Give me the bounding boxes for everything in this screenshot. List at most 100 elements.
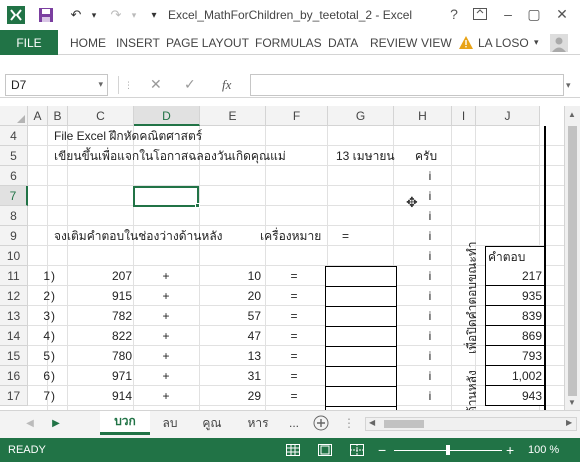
fill-handle[interactable] bbox=[195, 203, 200, 208]
next-sheet-icon[interactable]: ▶ bbox=[46, 411, 66, 435]
vertical-scroll-thumb[interactable] bbox=[568, 126, 577, 396]
ribbon-display-options-icon[interactable] bbox=[466, 2, 494, 26]
column-header-c[interactable]: C bbox=[68, 106, 134, 126]
tab-home[interactable]: HOME bbox=[70, 30, 106, 55]
equals-sign: = bbox=[290, 309, 298, 323]
column-header-a[interactable]: A bbox=[28, 106, 48, 126]
tab-review[interactable]: REVIEW bbox=[370, 30, 417, 55]
problem-number: 1 bbox=[43, 269, 50, 283]
file-tab[interactable]: FILE bbox=[0, 30, 58, 55]
tab-page-layout[interactable]: PAGE LAYOUT bbox=[166, 30, 249, 55]
cancel-icon[interactable]: ✕ bbox=[150, 76, 162, 93]
zoom-in-button[interactable]: + bbox=[506, 438, 514, 462]
scroll-up-icon[interactable]: ▲ bbox=[568, 110, 576, 119]
scroll-left-icon[interactable]: ◀ bbox=[369, 418, 375, 427]
more-sheets-button[interactable]: ... bbox=[282, 411, 306, 435]
column-header-g[interactable]: G bbox=[328, 106, 394, 126]
column-header-j[interactable]: J bbox=[476, 106, 540, 126]
answer-input-box[interactable] bbox=[325, 266, 397, 287]
expand-formula-bar-icon[interactable]: ▾ bbox=[566, 80, 571, 91]
column-header-e[interactable]: E bbox=[200, 106, 266, 126]
column-header-d[interactable]: D bbox=[134, 106, 200, 126]
user-avatar[interactable] bbox=[550, 30, 568, 55]
row-header-12[interactable]: 12 bbox=[0, 286, 28, 306]
help-button[interactable]: ? bbox=[440, 2, 468, 26]
zoom-out-button[interactable]: − bbox=[378, 438, 386, 462]
vertical-note-2: ด้านหลัง bbox=[465, 370, 479, 410]
prev-sheet-icon[interactable]: ◀ bbox=[20, 411, 40, 435]
close-button[interactable]: ✕ bbox=[548, 2, 576, 26]
restore-button[interactable]: ▢ bbox=[520, 2, 548, 26]
user-name[interactable]: LA LOSO bbox=[478, 30, 529, 55]
row-header-14[interactable]: 14 bbox=[0, 326, 28, 346]
operand-a: 822 bbox=[111, 329, 132, 343]
enter-icon[interactable]: ✓ bbox=[184, 76, 196, 93]
active-cell-selection[interactable] bbox=[133, 186, 199, 207]
equals-sign: = bbox=[290, 389, 298, 403]
row-header-5[interactable]: 5 bbox=[0, 146, 28, 166]
zoom-level[interactable]: 100 % bbox=[528, 438, 559, 462]
vertical-scrollbar[interactable]: ▲ ▼ bbox=[564, 106, 580, 410]
row-header-11[interactable]: 11 bbox=[0, 266, 28, 286]
horizontal-scroll-thumb[interactable] bbox=[384, 420, 424, 428]
operator: + bbox=[162, 289, 170, 303]
row-header-9[interactable]: 9 bbox=[0, 226, 28, 246]
title-bar: ↶ ▾ ↷ ▾ ▾ Excel_MathForChildren_by_teeto… bbox=[0, 0, 580, 30]
tab-data[interactable]: DATA bbox=[328, 30, 358, 55]
scroll-right-icon[interactable]: ▶ bbox=[566, 418, 572, 427]
sheet-tab-add[interactable]: บวก bbox=[100, 411, 150, 435]
sheet-krub: ครับ bbox=[415, 149, 438, 163]
sheet-tab-multiply[interactable]: คูณ bbox=[190, 411, 234, 435]
row-header-15[interactable]: 15 bbox=[0, 346, 28, 366]
row-header-6[interactable]: 6 bbox=[0, 166, 28, 186]
insert-function-icon[interactable]: fx bbox=[222, 77, 231, 93]
sheet-tab-subtract[interactable]: ลบ bbox=[152, 411, 188, 435]
horizontal-scrollbar[interactable]: ◀ ▶ bbox=[365, 417, 577, 431]
problem-paren: ) bbox=[51, 389, 55, 403]
row-header-10[interactable]: 10 bbox=[0, 246, 28, 266]
page-layout-view-icon[interactable] bbox=[318, 438, 332, 462]
column-header-f[interactable]: F bbox=[266, 106, 328, 126]
row-header-7[interactable]: 7 bbox=[0, 186, 28, 206]
operand-a: 780 bbox=[111, 349, 132, 363]
answer-input-box[interactable] bbox=[325, 366, 397, 387]
answer-input-box[interactable] bbox=[325, 326, 397, 347]
select-all-corner[interactable] bbox=[0, 106, 28, 126]
formula-bar-grip-icon[interactable]: ⋮ bbox=[124, 80, 133, 91]
column-header-b[interactable]: B bbox=[48, 106, 68, 126]
zoom-slider-thumb[interactable] bbox=[446, 444, 450, 455]
sheet-splitter-icon[interactable]: ⋮ bbox=[340, 411, 358, 435]
column-header-i[interactable]: I bbox=[452, 106, 476, 126]
sign-equals: = bbox=[342, 229, 350, 243]
tab-insert[interactable]: INSERT bbox=[116, 30, 160, 55]
row-header-16[interactable]: 16 bbox=[0, 366, 28, 386]
sheet-tab-divide[interactable]: หาร bbox=[236, 411, 280, 435]
operand-b: 47 bbox=[247, 329, 261, 343]
name-box-dropdown-icon[interactable]: ▾ bbox=[98, 79, 103, 90]
worksheet-grid[interactable]: ABCDEFGHIJ 4 5 6 7 8 9 10 11 12 13 14 15 16 17 File E… bbox=[0, 106, 564, 410]
name-box[interactable]: D7 ▾ bbox=[5, 74, 108, 96]
answer-input-box[interactable] bbox=[325, 286, 397, 307]
marker-cell: i bbox=[428, 169, 432, 183]
problem-paren: ) bbox=[51, 369, 55, 383]
minimize-button[interactable]: – bbox=[494, 2, 522, 26]
row-header-17[interactable]: 17 bbox=[0, 386, 28, 406]
equals-sign: = bbox=[290, 269, 298, 283]
row-header-13[interactable]: 13 bbox=[0, 306, 28, 326]
tab-formulas[interactable]: FORMULAS bbox=[255, 30, 322, 55]
normal-view-icon[interactable] bbox=[286, 438, 300, 462]
answer-input-box[interactable] bbox=[325, 346, 397, 367]
formula-input[interactable] bbox=[250, 74, 564, 96]
page-break-view-icon[interactable] bbox=[350, 438, 364, 462]
column-header-h[interactable]: H bbox=[394, 106, 452, 126]
row-header-8[interactable]: 8 bbox=[0, 206, 28, 226]
answer-input-box[interactable] bbox=[325, 386, 397, 407]
operand-b: 13 bbox=[247, 349, 261, 363]
row-header-4[interactable]: 4 bbox=[0, 126, 28, 146]
scroll-down-icon[interactable]: ▼ bbox=[568, 398, 576, 407]
tab-view[interactable]: VIEW bbox=[421, 30, 452, 55]
answer-input-box[interactable] bbox=[325, 306, 397, 327]
new-sheet-icon[interactable] bbox=[310, 411, 332, 435]
user-dropdown-icon[interactable]: ▾ bbox=[534, 30, 539, 55]
zoom-slider[interactable] bbox=[394, 438, 502, 462]
